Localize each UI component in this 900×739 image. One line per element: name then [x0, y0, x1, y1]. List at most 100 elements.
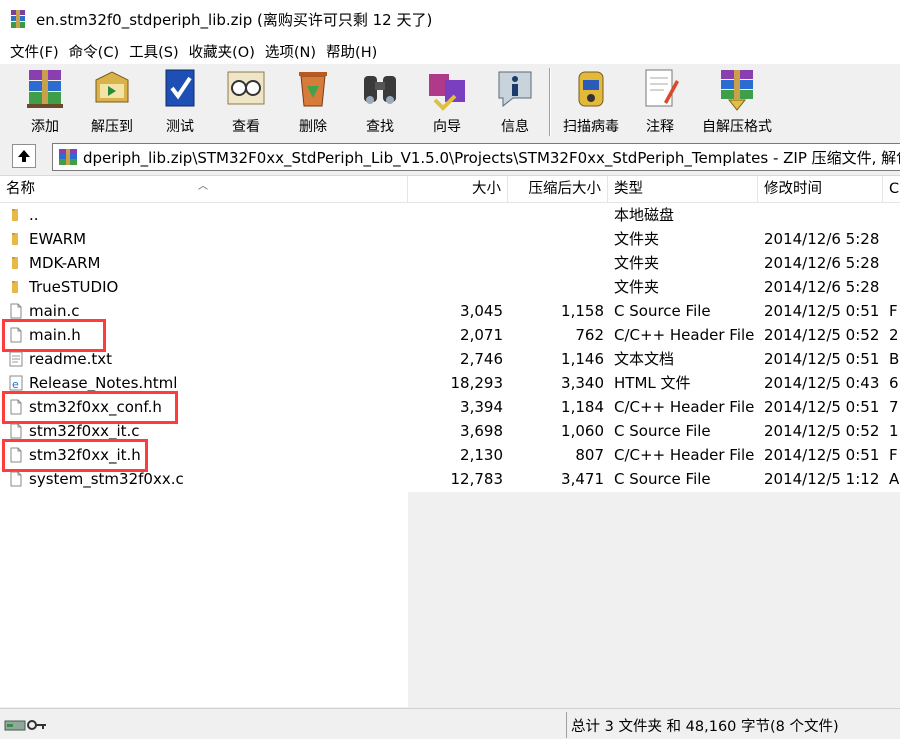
- file-modified: 2014/12/5 1:12: [764, 470, 880, 488]
- folder-icon: [12, 257, 18, 269]
- virus-scan-button[interactable]: 扫描病毒: [558, 66, 624, 138]
- sort-ascending-icon: ︿: [198, 181, 208, 192]
- column-type[interactable]: 类型: [608, 176, 758, 203]
- column-packed[interactable]: 压缩后大小: [508, 176, 608, 203]
- empty-details-area: [408, 492, 900, 707]
- file-packed-size: [508, 251, 604, 275]
- file-row[interactable]: system_stm32f0xx.c 12,783 3,471 C Source Fi…: [0, 467, 900, 491]
- up-folder-button[interactable]: [12, 144, 36, 168]
- column-name-label: 名称: [6, 181, 35, 197]
- path-text: dperiph_lib.zip\STM32F0xx_StdPeriph_Lib_…: [83, 148, 900, 167]
- column-size-label: 大小: [472, 181, 501, 197]
- file-row[interactable]: readme.txt 2,746 1,146 文本文档 2014/12/5 0:51 B: [0, 347, 900, 371]
- file-type: C Source File: [614, 302, 711, 320]
- file-row[interactable]: EWARM 文件夹 2014/12/6 5:28: [0, 227, 900, 251]
- test-button[interactable]: 测试: [154, 66, 206, 138]
- menu-options[interactable]: 选项(N): [261, 41, 320, 62]
- file-packed-size: 1,158: [561, 302, 604, 320]
- file-packed-size: 807: [575, 446, 604, 464]
- comment-button[interactable]: 注释: [636, 66, 684, 138]
- file-row[interactable]: main.c 3,045 1,158 C Source File 2014/12/5 0…: [0, 299, 900, 323]
- view-button[interactable]: 查看: [220, 66, 272, 138]
- extract-to-button[interactable]: 解压到: [84, 66, 140, 138]
- sfx-button[interactable]: 自解压格式: [696, 66, 778, 138]
- folder-icon: [12, 233, 18, 245]
- file-list: 名称 ︿ 大小 压缩后大小 类型 修改时间 C .. 本地磁盘 EWARM 文件夹 201…: [0, 175, 900, 707]
- wizard-button[interactable]: 向导: [420, 66, 474, 138]
- file-modified: 2014/12/5 0:51: [764, 350, 880, 368]
- add-button[interactable]: 添加: [14, 66, 76, 138]
- file-row[interactable]: TrueSTUDIO 文件夹 2014/12/6 5:28: [0, 275, 900, 299]
- file-modified: [764, 203, 886, 227]
- file-modified: 2014/12/5 0:43: [764, 374, 880, 392]
- folder-icon: [12, 209, 18, 221]
- file-crc: 2: [889, 326, 899, 344]
- file-row[interactable]: stm32f0xx_it.h 2,130 807 C/C++ Header File 2…: [0, 439, 900, 472]
- file-size: 18,293: [450, 374, 504, 392]
- file-size: [408, 275, 503, 299]
- file-crc: 6: [889, 374, 899, 392]
- column-name[interactable]: 名称 ︿: [0, 176, 408, 203]
- test-label: 测试: [166, 119, 194, 135]
- file-size: 2,130: [460, 446, 503, 464]
- file-size: 12,783: [450, 470, 504, 488]
- column-modified[interactable]: 修改时间: [758, 176, 883, 203]
- path-field[interactable]: dperiph_lib.zip\STM32F0xx_StdPeriph_Lib_…: [52, 143, 900, 171]
- file-modified: 2014/12/6 5:28: [764, 278, 880, 296]
- svg-text:e: e: [12, 378, 19, 391]
- html-file-icon: e: [9, 375, 23, 391]
- virus-scan-icon: [578, 71, 604, 107]
- sfx-label: 自解压格式: [702, 119, 772, 135]
- file-modified: 2014/12/6 5:28: [764, 254, 880, 272]
- file-size: [408, 251, 503, 275]
- file-crc: F: [889, 446, 898, 464]
- file-size: 3,394: [460, 398, 503, 416]
- file-type: 文件夹: [614, 254, 660, 272]
- file-row[interactable]: main.h 2,071 762 C/C++ Header File 2014/12/5…: [0, 319, 900, 352]
- file-icon: [10, 303, 22, 319]
- file-row[interactable]: stm32f0xx_conf.h 3,394 1,184 C/C++ Header F…: [0, 391, 900, 424]
- status-summary: 总计 3 文件夹 和 48,160 字节(8 个文件): [566, 712, 900, 738]
- file-row[interactable]: MDK-ARM 文件夹 2014/12/6 5:28: [0, 251, 900, 275]
- add-label: 添加: [31, 119, 59, 135]
- delete-button[interactable]: 删除: [288, 66, 338, 138]
- find-button[interactable]: 查找: [354, 66, 406, 138]
- file-size: 3,045: [460, 302, 503, 320]
- key-icon: [27, 720, 46, 730]
- file-type: 文件夹: [614, 230, 660, 248]
- file-type: C Source File: [614, 470, 711, 488]
- info-button[interactable]: 信息: [490, 66, 540, 138]
- menu-favorites[interactable]: 收藏夹(O): [185, 41, 259, 62]
- menu-command[interactable]: 命令(C): [65, 41, 123, 62]
- status-bar: 总计 3 文件夹 和 48,160 字节(8 个文件): [0, 708, 900, 739]
- file-packed-size: 3,340: [561, 374, 604, 392]
- menu-help[interactable]: 帮助(H): [322, 41, 381, 62]
- file-row[interactable]: .. 本地磁盘: [0, 203, 900, 227]
- column-crc[interactable]: C: [883, 176, 900, 203]
- file-modified: 2014/12/5 0:51: [764, 398, 880, 416]
- file-packed-size: [508, 275, 604, 299]
- file-name: EWARM: [29, 230, 87, 248]
- delete-recycle-icon: [299, 72, 327, 107]
- file-type: 本地磁盘: [614, 206, 675, 224]
- wizard-label: 向导: [433, 119, 461, 135]
- archive-path-icon: [59, 149, 77, 165]
- comment-icon: [645, 69, 679, 107]
- archive-add-icon: [27, 70, 63, 108]
- file-type: C/C++ Header File: [614, 446, 755, 464]
- menu-file[interactable]: 文件(F): [6, 41, 63, 62]
- status-icons: [0, 712, 563, 738]
- file-crc: [889, 227, 900, 251]
- file-name: system_stm32f0xx.c: [29, 470, 184, 488]
- virus-scan-label: 扫描病毒: [563, 119, 619, 135]
- view-glasses-icon: [227, 71, 265, 105]
- file-modified: 2014/12/5 0:52: [764, 326, 880, 344]
- text-file-icon: [9, 351, 23, 367]
- info-icon: [498, 71, 532, 108]
- file-name: readme.txt: [29, 350, 113, 368]
- file-name: ..: [29, 206, 39, 224]
- folder-icon: [12, 281, 18, 293]
- column-size[interactable]: 大小: [408, 176, 508, 203]
- file-packed-size: 1,060: [561, 422, 604, 440]
- menu-tools[interactable]: 工具(S): [125, 41, 183, 62]
